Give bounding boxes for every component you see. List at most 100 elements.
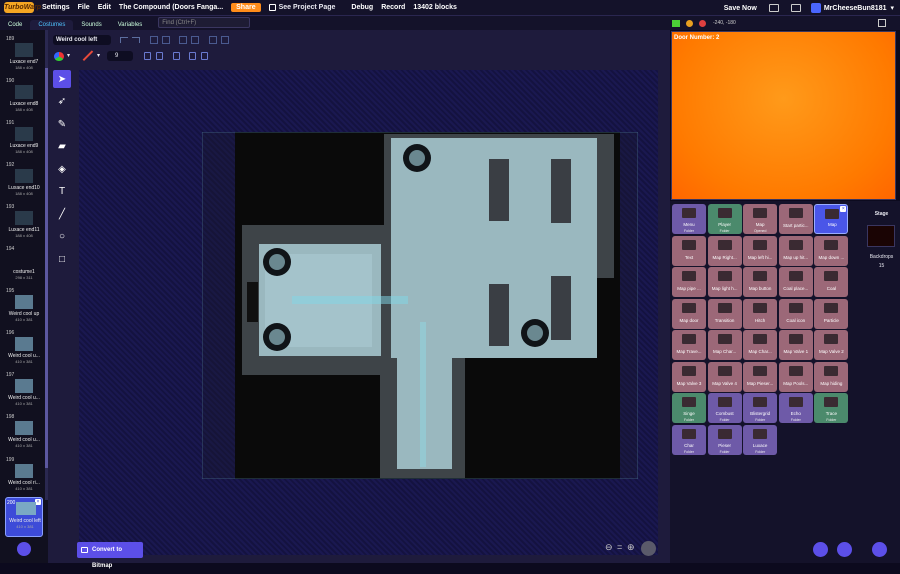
find-input[interactable]: Find (Ctrl+F) xyxy=(158,17,251,28)
costume-item[interactable]: 199 Weird cool ri... 410 x 381 xyxy=(5,455,43,496)
sprite-folder[interactable]: Pieser Folder xyxy=(707,424,742,455)
brush-tool-icon[interactable]: ✎ xyxy=(53,115,71,133)
username[interactable]: MrCheeseBun8181 xyxy=(824,5,887,12)
sprite-item[interactable]: Text xyxy=(672,235,706,266)
costume-item[interactable]: 192 Luxace end10 188 x 408 xyxy=(5,160,43,201)
copy-icon[interactable] xyxy=(144,52,151,60)
fill-tool-icon[interactable]: ◈ xyxy=(53,160,71,178)
undo-icon[interactable] xyxy=(120,37,128,43)
see-project-page-button[interactable]: See Project Page xyxy=(268,4,335,11)
costume-extras-icon[interactable] xyxy=(641,541,656,556)
sprite-item[interactable]: Map door xyxy=(672,298,706,329)
sprite-item[interactable]: Map Char... xyxy=(743,330,778,360)
sprite-item[interactable]: Map down ... xyxy=(814,235,849,266)
sprite-item[interactable]: Transition xyxy=(707,298,742,329)
zoom-in-icon[interactable]: ⊕ xyxy=(627,542,635,553)
sprite-item[interactable]: Coal xyxy=(814,267,849,297)
sprite-folder[interactable]: Luxace Folder xyxy=(743,424,778,455)
zoom-reset-button[interactable]: = xyxy=(617,542,622,552)
save-now-button[interactable]: Save Now xyxy=(724,5,757,12)
sprite-item[interactable]: Map pipe ... xyxy=(672,267,706,297)
sprite-item[interactable]: Map Valve 3 xyxy=(672,361,706,392)
stop-icon[interactable] xyxy=(699,19,706,27)
sprite-folder[interactable]: Blistergrid Folder xyxy=(743,393,778,423)
sprite-folder[interactable]: Echo Folder xyxy=(778,393,813,423)
record-button[interactable]: Record xyxy=(381,4,405,11)
sprite-item[interactable]: Particle xyxy=(814,298,849,329)
rectangle-tool-icon[interactable]: □ xyxy=(53,250,71,268)
sprite-item[interactable]: Coal place... xyxy=(778,267,813,297)
debug-button[interactable]: Debug xyxy=(351,4,373,11)
menu-file[interactable]: File xyxy=(78,4,90,11)
forward-icon[interactable] xyxy=(179,36,187,44)
menu-settings[interactable]: Settings xyxy=(42,4,70,11)
tab-code[interactable]: Code xyxy=(0,20,30,30)
sprite-item[interactable]: Map light h... xyxy=(707,267,742,297)
costume-item[interactable]: 195 Weird cool up 410 x 381 xyxy=(5,286,43,327)
costume-item-selected[interactable]: 200 × Weird cool left 410 x 381 xyxy=(5,496,43,538)
search-sprite-icon[interactable] xyxy=(813,542,828,557)
zoom-out-icon[interactable]: ⊖ xyxy=(605,542,613,553)
group-icon[interactable] xyxy=(150,36,158,44)
costume-item[interactable]: 198 Weird cool u... 410 x 381 xyxy=(5,412,43,453)
sprite-item[interactable]: Map Valve 2 xyxy=(814,330,849,360)
delete-sprite-icon[interactable]: × xyxy=(840,206,847,212)
sprite-item-selected[interactable]: Map × xyxy=(814,204,849,234)
costume-item[interactable]: 190 Luxace end8 188 x 408 xyxy=(5,76,43,117)
sprite-item[interactable]: Map Valve 1 xyxy=(778,330,813,360)
sprite-item[interactable]: Map Trave... xyxy=(672,330,706,360)
outline-width-input[interactable]: 9 xyxy=(107,51,133,61)
front-icon[interactable] xyxy=(209,36,217,44)
paint-canvas[interactable] xyxy=(79,70,658,555)
tab-variables[interactable]: Variables xyxy=(110,20,151,30)
text-tool-icon[interactable]: T xyxy=(53,183,71,201)
sprite-item[interactable]: Map left hi... xyxy=(743,235,778,266)
outline-chevron-down-icon[interactable]: ▾ xyxy=(97,52,100,59)
share-button[interactable]: Share xyxy=(231,3,261,12)
outline-color-swatch[interactable] xyxy=(82,51,92,61)
reshape-tool-icon[interactable]: ➶ xyxy=(53,93,71,111)
folder-icon[interactable] xyxy=(790,4,801,12)
ungroup-icon[interactable] xyxy=(162,36,170,44)
turbowarp-logo[interactable]: TurboWarp xyxy=(4,2,41,13)
stage-canvas[interactable]: Door Number: 2 xyxy=(671,31,896,200)
sprite-item[interactable]: Coal icon xyxy=(778,298,813,329)
costume-item[interactable]: 197 Weird cool u... 410 x 381 xyxy=(5,370,43,411)
flip-horizontal-icon[interactable] xyxy=(189,52,196,60)
eraser-tool-icon[interactable]: ▰ xyxy=(53,138,71,156)
sprite-folder[interactable]: Menu Folder xyxy=(672,204,706,234)
account-chevron-down-icon[interactable]: ▾ xyxy=(890,4,894,12)
add-costume-button[interactable] xyxy=(17,542,31,556)
sprite-folder[interactable]: Singe Folder xyxy=(672,393,706,423)
green-flag-icon[interactable] xyxy=(672,19,680,27)
costume-item[interactable]: 194 costume1 298 x 311 xyxy=(5,244,43,285)
stage-target-panel[interactable]: Stage Backdrops 15 xyxy=(863,201,900,563)
sprite-item[interactable]: Map up hit... xyxy=(778,235,813,266)
pause-icon[interactable] xyxy=(686,19,693,27)
tab-sounds[interactable]: Sounds xyxy=(73,20,109,30)
sprite-item[interactable]: Map hiding xyxy=(814,361,849,392)
sprite-item[interactable]: Map Pieser... xyxy=(743,361,778,392)
sprite-item[interactable]: Map button xyxy=(743,267,778,297)
redo-icon[interactable] xyxy=(132,37,140,43)
flip-vertical-icon[interactable] xyxy=(201,52,208,60)
tab-costumes[interactable]: Costumes xyxy=(30,20,74,30)
mail-icon[interactable] xyxy=(768,4,779,12)
sprite-folder[interactable]: Combust Folder xyxy=(707,393,742,423)
paste-icon[interactable] xyxy=(156,52,163,60)
project-title[interactable]: The Compound (Doors Fanga... xyxy=(119,4,223,11)
add-sprite-button[interactable] xyxy=(837,542,852,557)
costume-name-input[interactable]: Weird cool left xyxy=(53,35,111,45)
menu-edit[interactable]: Edit xyxy=(98,4,111,11)
costume-item[interactable]: 196 Weird cool u... 410 x 381 xyxy=(5,328,43,369)
fill-chevron-down-icon[interactable]: ▾ xyxy=(67,52,70,59)
select-tool-icon[interactable]: ➤ xyxy=(53,70,71,88)
sprite-item[interactable]: Start partic... xyxy=(778,204,813,234)
costume-item[interactable]: 191 Luxace end9 188 x 408 xyxy=(5,118,43,159)
circle-tool-icon[interactable]: ○ xyxy=(53,228,71,246)
costume-item[interactable]: 189 Luxace end7 188 x 408 xyxy=(5,34,43,75)
sprite-item[interactable]: Map Pools... xyxy=(778,361,813,392)
sprite-item[interactable]: Map Char... xyxy=(707,330,742,360)
avatar[interactable] xyxy=(810,3,821,13)
sprite-item[interactable]: Hitch xyxy=(743,298,778,329)
